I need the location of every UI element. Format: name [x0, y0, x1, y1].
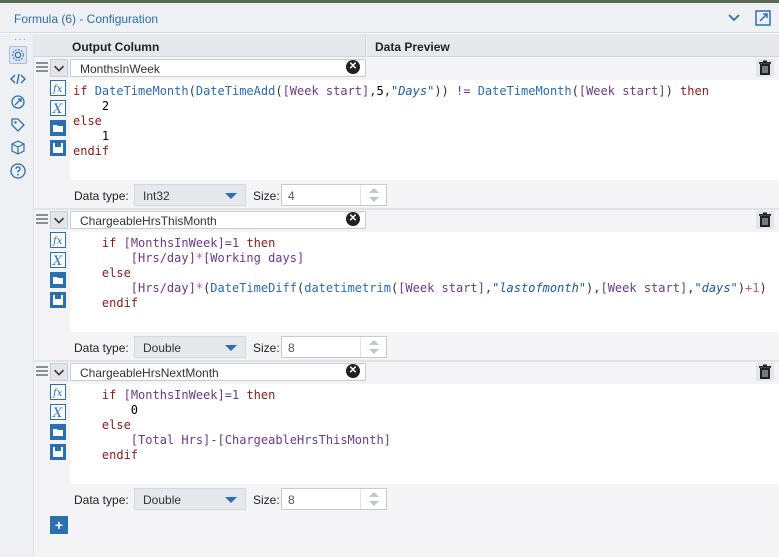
size-label: Size: — [253, 189, 280, 203]
data-type-select[interactable]: Int32 — [134, 184, 246, 206]
chevron-down-icon[interactable] — [727, 11, 741, 25]
data-type-value: Double — [143, 493, 182, 507]
size-input[interactable]: 4 — [281, 184, 387, 206]
data-type-select[interactable]: Double — [134, 336, 246, 358]
data-type-value: Double — [143, 341, 182, 355]
variable-icon[interactable]: X — [50, 100, 66, 116]
chevron-down-icon[interactable] — [50, 211, 68, 229]
formula-row-2: ChargeableHrsThisMonth ✕ fx X if [Months… — [34, 210, 779, 362]
chevron-down-icon[interactable] — [50, 59, 68, 77]
cube-icon[interactable] — [9, 139, 27, 157]
output-column-name: ChargeableHrsThisMonth — [80, 214, 217, 228]
formula-header: ChargeableHrsThisMonth ✕ — [34, 210, 779, 230]
connection-icon[interactable] — [9, 93, 27, 111]
type-row: Data type: Double Size: 8 — [70, 484, 779, 514]
save-icon[interactable] — [50, 140, 66, 156]
size-label: Size: — [253, 341, 280, 355]
output-column-header: Output Column — [64, 34, 366, 57]
formula-header: MonthsInWeek ✕ — [34, 58, 779, 78]
formula-grid: Output Column Data Preview MonthsInWeek … — [34, 34, 779, 557]
gutter-header — [34, 34, 64, 57]
formula-row-3: ChargeableHrsNextMonth ✕ fx X if [Months… — [34, 362, 779, 514]
titlebar: Formula (6) - Configuration — [0, 3, 779, 33]
size-label: Size: — [253, 493, 280, 507]
size-spinner[interactable] — [360, 185, 386, 205]
output-column-name: ChargeableHrsNextMonth — [80, 366, 219, 380]
output-column-name: MonthsInWeek — [80, 62, 160, 76]
trash-icon[interactable] — [756, 363, 774, 381]
output-column-field[interactable]: MonthsInWeek — [70, 59, 366, 77]
drag-handle-icon[interactable] — [36, 366, 48, 378]
expression-editor[interactable]: if DateTimeMonth(DateTimeAdd([Week start… — [70, 80, 779, 180]
data-type-select[interactable]: Double — [134, 488, 246, 510]
gear-icon[interactable] — [9, 46, 27, 64]
trash-icon[interactable] — [756, 211, 774, 229]
variable-icon[interactable]: X — [50, 404, 66, 420]
clear-icon[interactable]: ✕ — [346, 212, 360, 226]
data-preview-header: Data Preview — [367, 34, 779, 57]
dots-icon: ··· — [14, 34, 27, 45]
type-row: Data type: Double Size: 8 — [70, 332, 779, 362]
tag-icon[interactable] — [9, 116, 27, 134]
svg-text:fx: fx — [52, 388, 63, 399]
drag-handle-icon[interactable] — [36, 214, 48, 226]
data-type-label: Data type: — [74, 341, 129, 355]
caret-down-icon — [225, 345, 237, 351]
open-folder-icon[interactable] — [50, 272, 66, 288]
open-folder-icon[interactable] — [50, 120, 66, 136]
formula-row-1: MonthsInWeek ✕ fx X if DateTimeMonth(Dat… — [34, 58, 779, 210]
fx-icon[interactable]: fx — [50, 384, 66, 400]
data-type-label: Data type: — [74, 189, 129, 203]
save-icon[interactable] — [50, 444, 66, 460]
sidebar: ··· — [0, 34, 34, 557]
window-title: Formula (6) - Configuration — [14, 12, 159, 26]
output-column-field[interactable]: ChargeableHrsNextMonth — [70, 363, 366, 381]
size-input[interactable]: 8 — [281, 336, 387, 358]
code-icon[interactable] — [9, 70, 27, 88]
add-formula-button[interactable]: + — [50, 516, 68, 534]
fx-icon[interactable]: fx — [50, 80, 66, 96]
fx-icon[interactable]: fx — [50, 232, 66, 248]
save-icon[interactable] — [50, 292, 66, 308]
size-value: 8 — [288, 341, 295, 355]
type-row: Data type: Int32 Size: 4 — [70, 180, 779, 210]
variable-icon[interactable]: X — [50, 252, 66, 268]
svg-text:X: X — [52, 102, 63, 116]
caret-down-icon — [225, 497, 237, 503]
data-type-value: Int32 — [143, 189, 170, 203]
svg-text:X: X — [52, 406, 63, 420]
trash-icon[interactable] — [756, 59, 774, 77]
caret-down-icon — [225, 193, 237, 199]
formula-header: ChargeableHrsNextMonth ✕ — [34, 362, 779, 382]
size-spinner[interactable] — [360, 489, 386, 509]
output-column-field[interactable]: ChargeableHrsThisMonth — [70, 211, 366, 229]
clear-icon[interactable]: ✕ — [346, 60, 360, 74]
open-folder-icon[interactable] — [50, 424, 66, 440]
expression-editor[interactable]: if [MonthsInWeek]=1 then 0 else [Total H… — [70, 384, 779, 484]
clear-icon[interactable]: ✕ — [346, 364, 360, 378]
svg-text:X: X — [52, 254, 63, 268]
size-spinner[interactable] — [360, 337, 386, 357]
svg-text:fx: fx — [52, 236, 63, 247]
svg-text:fx: fx — [52, 84, 63, 95]
drag-handle-icon[interactable] — [36, 62, 48, 74]
expression-editor[interactable]: if [MonthsInWeek]=1 then [Hrs/day]*[Work… — [70, 232, 779, 332]
size-value: 8 — [288, 493, 295, 507]
popout-icon[interactable] — [754, 9, 772, 27]
data-type-label: Data type: — [74, 493, 129, 507]
size-value: 4 — [288, 189, 295, 203]
help-icon[interactable] — [9, 162, 27, 180]
chevron-down-icon[interactable] — [50, 363, 68, 381]
size-input[interactable]: 8 — [281, 488, 387, 510]
